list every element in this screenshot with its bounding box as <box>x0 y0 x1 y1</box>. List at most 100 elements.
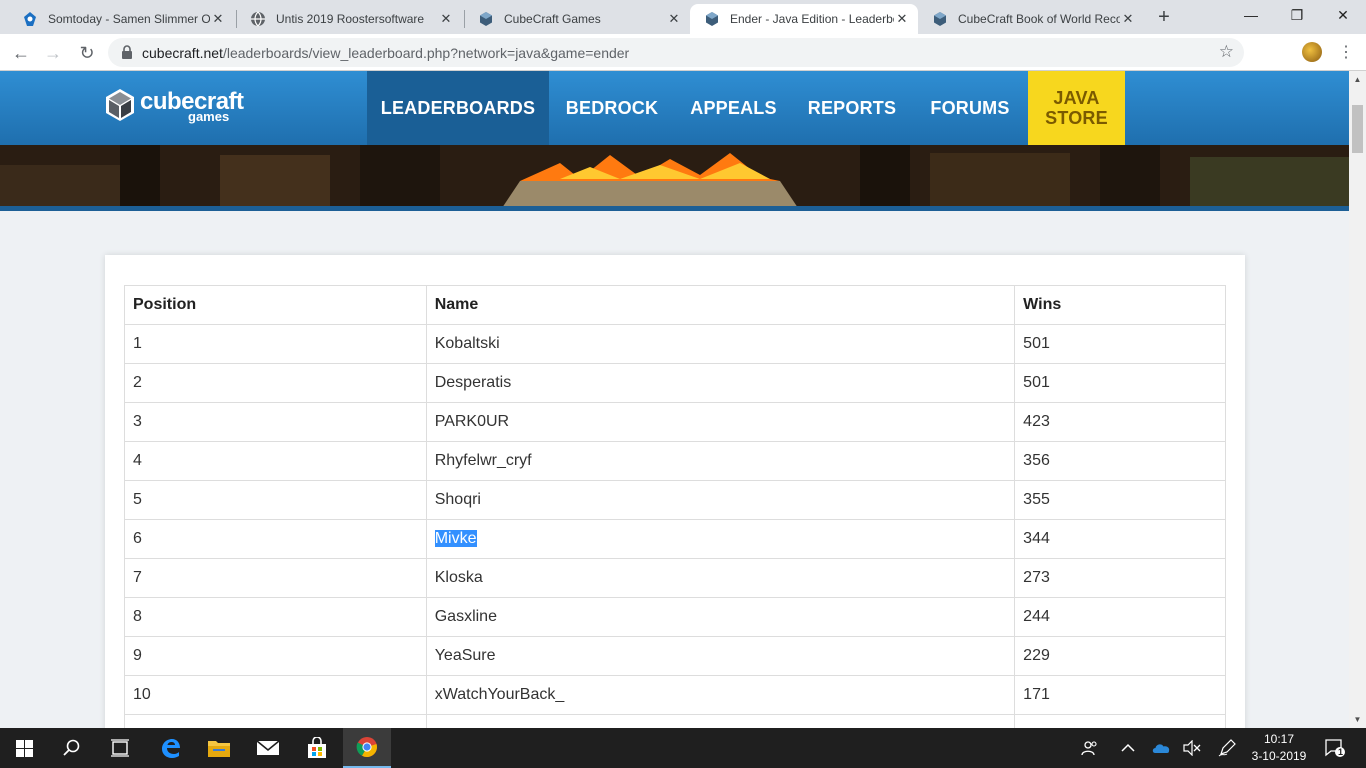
table-row: 6 Mivke 344 <box>124 519 1226 559</box>
url-host: cubecraft.net <box>142 45 223 61</box>
column-header-name[interactable]: Name <box>425 285 1016 325</box>
close-window-button[interactable]: ✕ <box>1320 0 1366 30</box>
logo-subtext: games <box>188 109 230 124</box>
position-cell <box>124 714 427 728</box>
new-tab-button[interactable]: + <box>1152 6 1176 30</box>
close-icon[interactable]: ✕ <box>210 11 226 27</box>
player-name-cell <box>425 714 1016 728</box>
people-button[interactable] <box>1076 728 1104 768</box>
profile-avatar[interactable] <box>1302 42 1322 62</box>
position-cell: 2 <box>124 363 427 403</box>
reload-button[interactable]: ↻ <box>74 40 100 66</box>
page-viewport: cubecraft games LEADERBOARDS BEDROCK APP… <box>0 71 1349 728</box>
edge-app-button[interactable] <box>146 728 194 768</box>
page-scrollbar[interactable]: ▲ ▼ <box>1349 71 1366 728</box>
scroll-down-arrow-icon[interactable]: ▼ <box>1349 711 1366 728</box>
nav-bedrock[interactable]: BEDROCK <box>549 71 675 145</box>
close-icon[interactable]: ✕ <box>894 11 910 27</box>
chrome-app-button[interactable] <box>343 728 391 768</box>
mail-app-button[interactable] <box>244 728 292 768</box>
column-header-wins[interactable]: Wins <box>1014 285 1226 325</box>
nav-appeals[interactable]: APPEALS <box>675 71 792 145</box>
table-row: 8 Gasxline 244 <box>124 597 1226 637</box>
position-cell: 5 <box>124 480 427 520</box>
windows-logo-icon <box>15 739 33 757</box>
tab-somtoday[interactable]: Somtoday - Samen Slimmer Ol ✕ <box>8 4 234 34</box>
start-button[interactable] <box>0 728 48 768</box>
task-view-icon <box>111 739 129 757</box>
url-text: cubecraft.net/leaderboards/view_leaderbo… <box>142 45 629 61</box>
file-explorer-app-button[interactable] <box>195 728 243 768</box>
scroll-up-arrow-icon[interactable]: ▲ <box>1349 71 1366 88</box>
close-icon[interactable]: ✕ <box>666 11 682 27</box>
nav-leaderboards[interactable]: LEADERBOARDS <box>367 71 549 145</box>
position-cell: 6 <box>124 519 427 559</box>
tab-title: Somtoday - Samen Slimmer Ol <box>48 12 210 26</box>
position-cell: 10 <box>124 675 427 715</box>
nav-forums[interactable]: FORUMS <box>912 71 1028 145</box>
pen-workspace-button[interactable] <box>1214 728 1240 768</box>
task-view-button[interactable] <box>96 728 144 768</box>
tab-title: Untis 2019 Roostersoftware <box>276 12 425 26</box>
store-icon <box>308 737 326 758</box>
position-cell: 1 <box>124 324 427 364</box>
browser-menu-button[interactable]: ⋮ <box>1336 42 1356 64</box>
clock-time: 10:17 <box>1263 732 1295 746</box>
somtoday-icon <box>24 12 36 26</box>
action-center-button[interactable]: 1 <box>1320 728 1350 768</box>
wins-cell: 356 <box>1014 441 1226 481</box>
tab-book-of-records[interactable]: CubeCraft Book of World Reco ✕ <box>918 4 1144 34</box>
pen-icon <box>1218 739 1236 757</box>
wins-cell: 273 <box>1014 558 1226 598</box>
tab-ender-leaderboard[interactable]: Ender - Java Edition - Leaderbo ✕ <box>690 4 918 34</box>
nav-reports[interactable]: REPORTS <box>792 71 912 145</box>
store-label-line2: STORE <box>1045 108 1108 128</box>
search-button[interactable] <box>48 728 96 768</box>
maximize-button[interactable]: ❐ <box>1274 0 1320 30</box>
position-cell: 4 <box>124 441 427 481</box>
tab-cubecraft-games[interactable]: CubeCraft Games ✕ <box>464 4 690 34</box>
player-name-cell: Desperatis <box>425 363 1016 403</box>
search-icon <box>63 739 80 756</box>
table-row: 4 Rhyfelwr_cryf 356 <box>124 441 1226 481</box>
forward-button[interactable]: → <box>40 40 66 66</box>
store-app-button[interactable] <box>293 728 341 768</box>
tab-title: CubeCraft Games <box>504 12 601 26</box>
close-icon[interactable]: ✕ <box>1120 11 1136 27</box>
tab-untis[interactable]: Untis 2019 Roostersoftware ✕ <box>236 4 462 34</box>
file-explorer-icon <box>208 741 230 757</box>
cubecraft-logo[interactable]: cubecraft games <box>104 87 244 127</box>
player-name-cell: YeaSure <box>425 636 1016 676</box>
table-row: 3 PARK0UR 423 <box>124 402 1226 442</box>
hero-banner <box>0 145 1349 211</box>
edge-icon <box>162 739 180 758</box>
site-navbar: cubecraft games LEADERBOARDS BEDROCK APP… <box>0 71 1349 145</box>
show-hidden-icons-button[interactable] <box>1116 728 1140 768</box>
wins-cell: 423 <box>1014 402 1226 442</box>
wins-cell: 229 <box>1014 636 1226 676</box>
banner-scene-image <box>0 145 1349 206</box>
taskbar-clock[interactable]: 10:17 3-10-2019 <box>1244 731 1314 765</box>
volume-button[interactable] <box>1180 728 1204 768</box>
wins-cell: 355 <box>1014 480 1226 520</box>
leaderboard-card: Position Name Wins 1 Kobaltski 501 2 Des… <box>105 255 1245 728</box>
selected-text: Mivke <box>434 530 477 547</box>
player-name-cell: Mivke <box>425 519 1016 559</box>
onedrive-button[interactable] <box>1148 728 1174 768</box>
cube-logo-icon <box>106 89 134 121</box>
address-bar[interactable]: cubecraft.net/leaderboards/view_leaderbo… <box>108 38 1244 67</box>
scrollbar-thumb[interactable] <box>1352 105 1363 153</box>
bookmark-star-icon[interactable]: ☆ <box>1219 42 1234 62</box>
close-icon[interactable]: ✕ <box>438 11 454 27</box>
minimize-button[interactable]: — <box>1228 0 1274 30</box>
player-name-cell: Rhyfelwr_cryf <box>425 441 1016 481</box>
url-path: /leaderboards/view_leaderboard.php?netwo… <box>222 45 630 61</box>
player-name-cell: Gasxline <box>425 597 1016 637</box>
nav-java-store[interactable]: JAVA STORE <box>1028 71 1125 145</box>
back-button[interactable]: ← <box>8 40 34 66</box>
position-cell: 8 <box>124 597 427 637</box>
table-header-row: Position Name Wins <box>124 285 1226 325</box>
tab-strip: Somtoday - Samen Slimmer Ol ✕ Untis 2019… <box>0 0 1366 34</box>
table-row: 2 Desperatis 501 <box>124 363 1226 403</box>
column-header-position[interactable]: Position <box>124 285 427 325</box>
